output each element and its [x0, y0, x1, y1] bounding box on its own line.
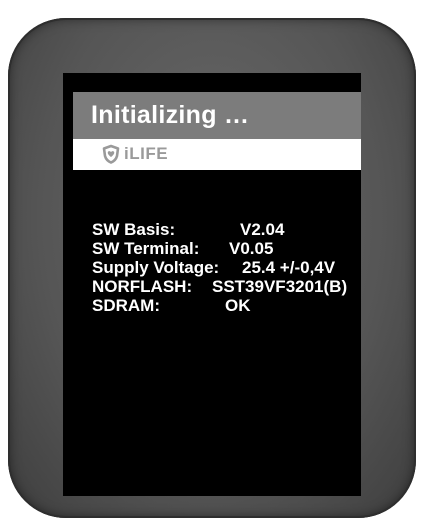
info-label: SW Terminal:: [92, 239, 200, 258]
brand-logo: iLIFE: [101, 142, 168, 166]
display-screen: Initializing … iLIFE SW Basis: V2.04 SW …: [63, 73, 361, 496]
info-value: V2.04: [240, 220, 285, 239]
info-value: SST39VF3201(B): [212, 277, 348, 296]
info-value: V0.05: [229, 239, 274, 258]
logo-bar: iLIFE: [73, 139, 361, 170]
device-bezel: Initializing … iLIFE SW Basis: V2.04 SW …: [8, 18, 416, 518]
shield-heart-icon: [102, 144, 120, 164]
info-value: 25.4 +/-0,4V: [242, 258, 336, 277]
info-value: OK: [225, 296, 251, 315]
info-label: SDRAM:: [92, 296, 160, 315]
info-label: Supply Voltage:: [92, 258, 220, 277]
screen-title: Initializing …: [91, 101, 250, 129]
info-label: NORFLASH:: [92, 277, 193, 296]
info-label: SW Basis:: [92, 220, 176, 239]
title-bar: Initializing …: [73, 92, 361, 139]
logo-text: iLIFE: [124, 144, 169, 163]
